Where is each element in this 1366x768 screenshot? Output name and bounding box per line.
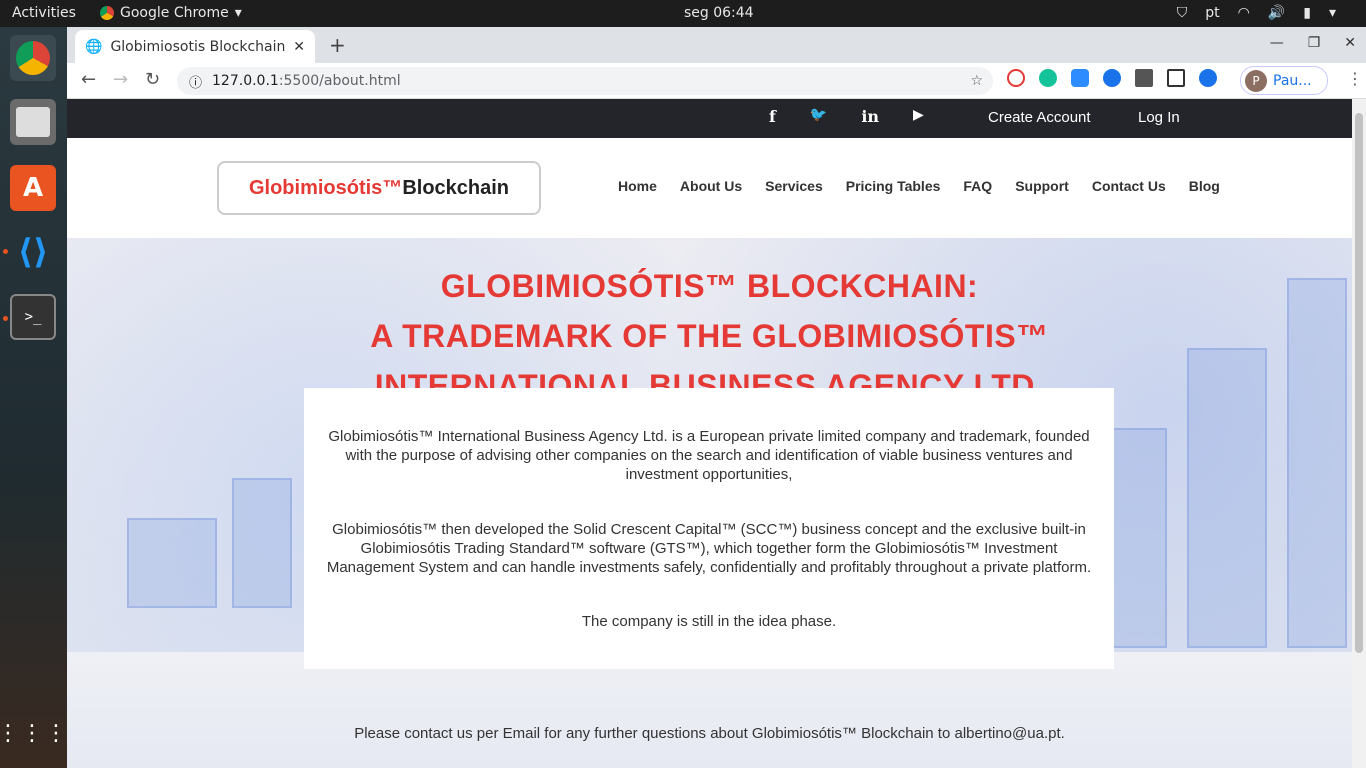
dock: A ⟨⟩ >_ ⋮⋮⋮ [0, 27, 67, 768]
software-center-icon: A [22, 173, 44, 203]
dock-terminal[interactable]: >_ [10, 294, 56, 340]
new-tab-button[interactable]: + [329, 33, 346, 57]
about-paragraph: The company is still in the idea phase. [581, 613, 837, 630]
files-icon [16, 107, 50, 137]
nav-services[interactable]: Services [765, 178, 823, 194]
decorative-bar [1107, 428, 1167, 648]
nav-home[interactable]: Home [618, 178, 657, 194]
contact-text: Please contact us per Email for any furt… [354, 725, 1065, 742]
power-menu-icon: ▾ [1328, 5, 1336, 21]
browser-menu-icon[interactable]: ⋮ [1347, 69, 1363, 88]
running-indicator [3, 316, 8, 321]
about-text-box: Globimiosótis™ International Business Ag… [304, 388, 1114, 669]
about-paragraph: Globimiosótis™ then developed the Solid … [326, 521, 1092, 576]
back-button[interactable]: ← [81, 69, 96, 90]
minimize-button[interactable]: — [1270, 35, 1284, 51]
volume-icon: 🔊 [1267, 5, 1286, 21]
extension-icon[interactable] [1199, 69, 1217, 87]
close-icon[interactable]: ✕ [293, 39, 305, 55]
chrome-icon [16, 41, 50, 75]
bookmark-star-icon[interactable]: ☆ [970, 73, 983, 89]
browser-tab[interactable]: 🌐 Globimiosotis Blockchain ✕ [75, 30, 315, 63]
window-controls: — ❐ ✕ [1270, 35, 1356, 51]
dock-software[interactable]: A [10, 165, 56, 211]
scrollbar-thumb[interactable] [1355, 113, 1363, 653]
chevron-down-icon: ▾ [234, 5, 242, 21]
screenshot-icon[interactable] [1167, 69, 1185, 87]
scrollbar[interactable] [1352, 99, 1366, 768]
profile-name: Pau... [1273, 72, 1312, 89]
grid-icon: ⋮⋮⋮ [0, 721, 69, 746]
nav-faq[interactable]: FAQ [963, 178, 992, 194]
forward-button[interactable]: → [113, 69, 128, 90]
system-tray[interactable]: ⛉ pt ◠ 🔊 ▮ ▾ [1177, 5, 1336, 21]
hero-title-line: GLOBIMIOSÓTIS™ BLOCKCHAIN: [440, 268, 979, 304]
clock[interactable]: seg 06:44 [684, 5, 754, 21]
info-icon: ⓘ [189, 75, 203, 91]
extensions-area [1007, 69, 1217, 87]
globe-icon: 🌐 [85, 38, 103, 55]
linkedin-icon[interactable]: in [861, 107, 879, 126]
nav-about[interactable]: About Us [680, 178, 742, 194]
decorative-bar [127, 518, 217, 608]
language-indicator[interactable]: pt [1205, 5, 1219, 21]
activities-button[interactable]: Activities [12, 5, 76, 21]
profile-button[interactable]: P Pau... [1240, 66, 1328, 95]
address-bar[interactable]: ⓘ 127.0.0.1:5500/about.html ☆ [177, 67, 993, 95]
nav-blog[interactable]: Blog [1189, 178, 1220, 194]
login-link[interactable]: Log In [1138, 109, 1180, 126]
tab-title: Globimiosotis Blockchain [110, 38, 286, 55]
twitter-icon[interactable]: 🐦 [810, 107, 827, 126]
site-header: Globimiosótis™ Blockchain Home About Us S… [67, 138, 1352, 238]
dock-chrome[interactable] [10, 35, 56, 81]
url-path: :5500/about.html [278, 73, 401, 89]
close-window-button[interactable]: ✕ [1344, 35, 1356, 51]
tab-strip: 🌐 Globimiosotis Blockchain ✕ + — ❐ ✕ [67, 27, 1366, 63]
create-account-link[interactable]: Create Account [988, 109, 1091, 126]
browser-toolbar: ← → ↻ ⓘ 127.0.0.1:5500/about.html ☆ P Pa… [67, 63, 1366, 99]
extension-icon[interactable] [1103, 69, 1121, 87]
url-host: 127.0.0.1 [212, 73, 279, 89]
main-nav: Home About Us Services Pricing Tables FA… [618, 178, 1220, 194]
eyedropper-icon[interactable] [1135, 69, 1153, 87]
about-paragraph: Globimiosótis™ International Business Ag… [328, 428, 1090, 483]
battery-icon: ▮ [1303, 5, 1311, 21]
avatar: P [1245, 69, 1267, 92]
app-name: Google Chrome [120, 5, 229, 21]
logo-suffix: Blockchain [402, 176, 510, 199]
browser-window: 🌐 Globimiosotis Blockchain ✕ + — ❐ ✕ ← →… [67, 27, 1366, 768]
terminal-icon: >_ [24, 309, 42, 325]
running-indicator [3, 249, 8, 254]
facebook-icon[interactable]: f [769, 107, 776, 126]
youtube-icon[interactable]: ▶ [913, 107, 924, 126]
wifi-icon: ◠ [1237, 5, 1250, 21]
web-page: f 🐦 in ▶ Create Account Log In Globimios… [67, 99, 1352, 768]
social-bar: f 🐦 in ▶ Create Account Log In [67, 99, 1352, 138]
nav-pricing[interactable]: Pricing Tables [846, 178, 941, 194]
dock-vscode[interactable]: ⟨⟩ [10, 229, 56, 275]
decorative-bar [232, 478, 292, 608]
maximize-button[interactable]: ❐ [1308, 35, 1321, 51]
reload-button[interactable]: ↻ [145, 69, 160, 90]
chrome-icon [100, 6, 114, 20]
nav-support[interactable]: Support [1015, 178, 1069, 194]
system-top-bar: Activities Google Chrome ▾ seg 06:44 ⛉ p… [0, 0, 1366, 27]
dock-files[interactable] [10, 99, 56, 145]
hero-title-line: A TRADEMARK OF THE GLOBIMIOSÓTIS™ [370, 318, 1049, 354]
zoom-icon[interactable] [1071, 69, 1089, 87]
lower-background [67, 652, 1352, 768]
nav-contact[interactable]: Contact Us [1092, 178, 1166, 194]
extension-icon[interactable] [1007, 69, 1025, 87]
grammarly-icon[interactable] [1039, 69, 1057, 87]
site-logo[interactable]: Globimiosótis™ Blockchain [217, 161, 541, 215]
vscode-icon: ⟨⟩ [17, 232, 49, 272]
social-icons: f 🐦 in ▶ [769, 107, 924, 126]
show-applications-button[interactable]: ⋮⋮⋮ [0, 711, 67, 757]
logo-name: Globimiosótis™ [248, 176, 403, 199]
app-menu[interactable]: Google Chrome ▾ [100, 5, 242, 21]
shield-icon: ⛉ [1176, 5, 1188, 21]
